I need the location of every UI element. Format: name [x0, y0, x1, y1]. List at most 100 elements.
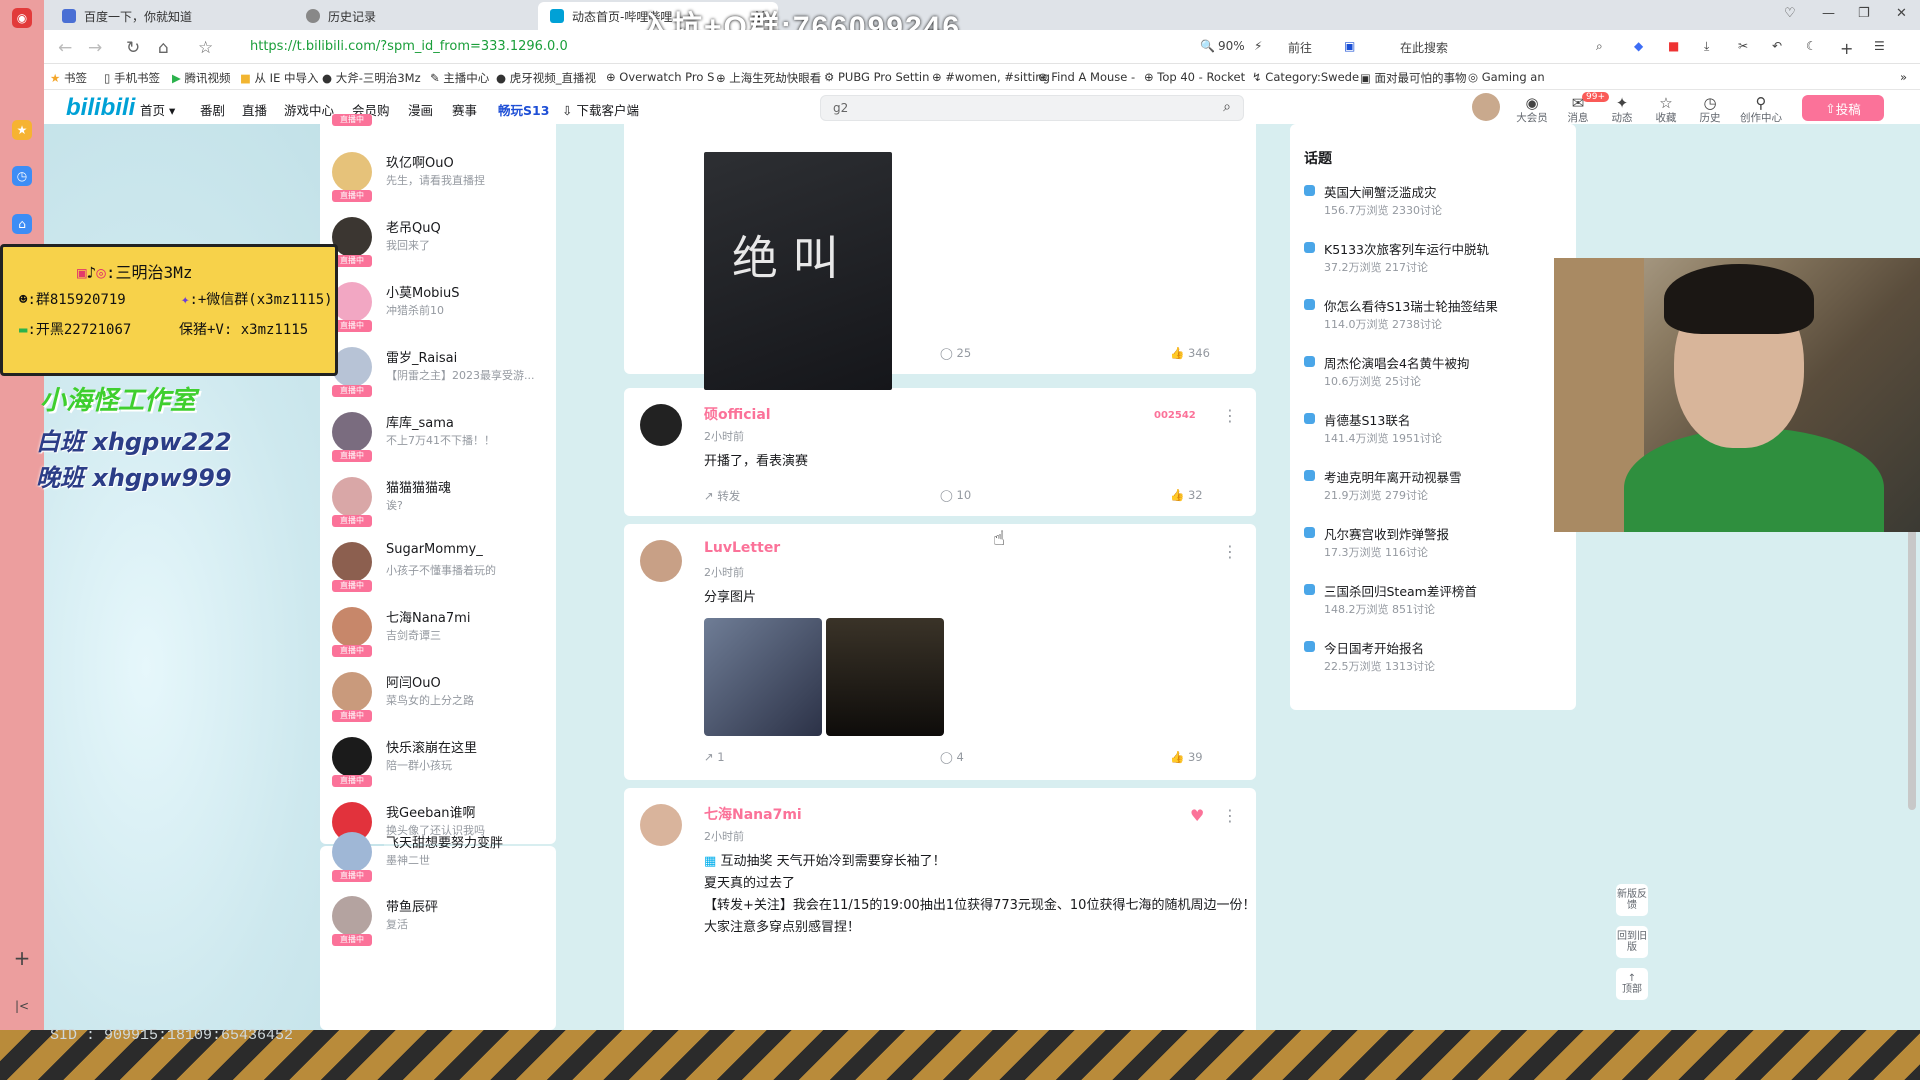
post-author[interactable]: LuvLetter — [704, 540, 780, 556]
list-item[interactable]: 直播中 带鱼辰砰 复活 — [332, 890, 552, 954]
list-item[interactable]: 直播中 猫猫猫猫魂 诶? — [332, 471, 552, 535]
list-item[interactable]: 直播中 老吊QuQ 我回来了 — [332, 211, 552, 275]
home-icon[interactable]: ⌂ — [158, 38, 169, 58]
search-icon[interactable]: ⌕ — [1596, 39, 1603, 54]
download-icon[interactable]: ⤓ — [1704, 39, 1709, 54]
forward-go-button[interactable]: 前往 — [1288, 39, 1312, 56]
clock-icon[interactable]: ◷ — [12, 166, 32, 186]
search-engine-icon[interactable]: ▣ — [1344, 39, 1355, 53]
bookmark-item[interactable]: ⊕ Top 40 - Rocket — [1144, 70, 1245, 84]
forward-button[interactable]: ↗ 1 — [704, 750, 725, 764]
bookmark-item[interactable]: ⊕ #women, #sitting — [932, 70, 1050, 84]
like-button[interactable]: 👍 39 — [1170, 750, 1203, 764]
nav-home[interactable]: 首页 ▾ — [140, 100, 175, 119]
post-image[interactable] — [826, 618, 944, 736]
minimize-button[interactable]: — — [1822, 6, 1835, 21]
undo-icon[interactable]: ↶ — [1772, 39, 1782, 53]
restore-button[interactable]: ❐ — [1858, 6, 1870, 21]
bookmark-item[interactable]: ● 大斧-三明治3Mz — [322, 70, 421, 86]
close-window-button[interactable]: ✕ — [1896, 6, 1907, 21]
more-icon[interactable]: ⋮ — [1222, 406, 1238, 425]
extension-icon[interactable]: ◆ — [1634, 39, 1643, 53]
bookmark-item[interactable]: ● 虎牙视频_直播视 — [496, 70, 596, 86]
list-item[interactable]: 直播中 SugarMommy_ 小孩子不懂事播着玩的 — [332, 536, 552, 600]
nav-download[interactable]: ⇩ 下载客户端 — [562, 100, 639, 119]
post-author[interactable]: 七海Nana7mi — [704, 804, 802, 824]
list-item[interactable]: 直播中 快乐滚崩在这里 陪一群小孩玩 — [332, 731, 552, 795]
tab-history[interactable]: 历史记录 — [294, 2, 534, 30]
list-item[interactable]: 直播中 七海Nana7mi 吉剑奇谭三 — [332, 601, 552, 665]
comment-button[interactable]: ◯ 10 — [940, 488, 971, 502]
list-item[interactable]: 直播中 小莫MobiuS 冲猎杀前10 — [332, 276, 552, 340]
bookmark-item[interactable]: ★ 书签 — [50, 70, 87, 86]
collapse-icon[interactable]: |< — [12, 996, 32, 1016]
list-item[interactable]: 直播中 阿闫OuO 菜鸟女的上分之路 — [332, 666, 552, 730]
list-item[interactable]: 直播中 库库_sama 不上7万41不下播！！ — [332, 406, 552, 470]
like-button[interactable]: 👍 346 — [1170, 346, 1210, 360]
feedback-button[interactable]: 新版反馈 — [1616, 884, 1648, 916]
nav-live[interactable]: 直播 — [242, 100, 267, 119]
bookmark-item[interactable]: ⊕ 上海生死劫快眼看 — [716, 70, 821, 86]
more-icon[interactable]: ⋮ — [1222, 806, 1238, 825]
translate-icon[interactable]: ■ — [1668, 39, 1679, 53]
avatar[interactable] — [640, 540, 682, 582]
list-item[interactable]: 直播中 — [332, 114, 552, 134]
post-image[interactable] — [704, 618, 822, 736]
avatar[interactable] — [640, 404, 682, 446]
book-cover-image[interactable]: 绝 叫 — [704, 152, 892, 390]
back-to-top-button[interactable]: ↑ 顶部 — [1616, 968, 1648, 1000]
forward-button[interactable]: ↗ 转发 — [704, 488, 740, 504]
list-item[interactable]: 直播中 飞天甜想要努力变胖 墨神二世 — [332, 826, 552, 890]
header-vip[interactable]: ◉ 大会员 — [1514, 94, 1550, 125]
nav-game-center[interactable]: 游戏中心 — [284, 100, 334, 119]
comment-button[interactable]: ◯ 4 — [940, 750, 964, 764]
list-item[interactable]: 直播中 玖亿啊OuO 先生，请看我直播捏 — [332, 146, 552, 210]
like-button[interactable]: 👍 32 — [1170, 488, 1203, 502]
night-mode-icon[interactable]: ☾ — [1806, 39, 1817, 53]
list-item[interactable]: 直播中 雷岁_Raisai 【阴雷之主】2023最享受游... — [332, 341, 552, 405]
reload-icon[interactable]: ↻ — [126, 38, 140, 58]
scissors-icon[interactable]: ✂ — [1738, 39, 1748, 53]
bookmark-item[interactable]: ✎ 主播中心 — [430, 70, 489, 86]
search-icon[interactable]: ⌕ — [1223, 99, 1231, 115]
bookmark-item[interactable]: ⊕ Overwatch Pro S — [606, 70, 714, 84]
header-dynamic[interactable]: ✦ 动态 — [1604, 94, 1640, 125]
tab-baidu[interactable]: 百度一下，你就知道 — [50, 2, 290, 30]
search-input[interactable]: g2 — [833, 101, 848, 115]
forward-icon[interactable]: → — [88, 38, 102, 58]
bookmark-star-icon[interactable]: ☆ — [198, 38, 213, 58]
bookmark-item[interactable]: ◎ Gaming an — [1468, 70, 1545, 84]
url-input[interactable]: https://t.bilibili.com/?spm_id_from=333.… — [250, 39, 568, 54]
bilibili-logo[interactable]: bilibili — [66, 94, 135, 122]
bookmark-item[interactable]: ⚙ PUBG Pro Settin — [824, 70, 929, 84]
header-history[interactable]: ◷ 历史 — [1692, 94, 1728, 125]
upload-button[interactable]: ⇧ 投稿 — [1802, 95, 1884, 121]
avatar[interactable] — [1472, 93, 1500, 121]
gift-icon[interactable]: ⌂ — [12, 214, 32, 234]
browser-logo-icon[interactable]: ◉ — [12, 8, 32, 28]
more-icon[interactable]: ⋮ — [1222, 542, 1238, 561]
star-icon[interactable]: ★ — [12, 120, 32, 140]
pin-icon[interactable]: ♡ — [1784, 6, 1796, 21]
back-icon[interactable]: ← — [58, 38, 72, 58]
search-here-input[interactable]: 在此搜索 — [1400, 39, 1448, 56]
more-bookmarks-icon[interactable]: » — [1900, 70, 1907, 84]
zoom-level[interactable]: 90% — [1218, 39, 1245, 53]
new-tab-icon[interactable]: + — [1840, 39, 1853, 58]
zoom-icon[interactable]: 🔍 — [1200, 39, 1215, 53]
header-favorites[interactable]: ☆ 收藏 — [1648, 94, 1684, 125]
nav-anime[interactable]: 番剧 — [200, 100, 225, 119]
bookmark-item[interactable]: ▣ 面对最可怕的事物 — [1360, 70, 1467, 86]
menu-icon[interactable]: ☰ — [1874, 39, 1885, 53]
add-icon[interactable]: + — [12, 946, 32, 970]
bookmark-item[interactable]: ↯ Category:Swede — [1252, 70, 1359, 84]
old-version-button[interactable]: 回到旧版 — [1616, 926, 1648, 958]
flash-icon[interactable]: ⚡ — [1254, 39, 1262, 53]
bookmark-item[interactable]: ▶ 腾讯视频 — [172, 70, 231, 86]
bookmark-item[interactable]: ▯ 手机书签 — [104, 70, 160, 86]
comment-button[interactable]: ◯ 25 — [940, 346, 971, 360]
header-creator-center[interactable]: ⚲ 创作中心 — [1736, 94, 1786, 125]
post-author[interactable]: 硕official — [704, 404, 771, 424]
search-bar[interactable]: g2 ⌕ — [820, 95, 1244, 121]
bookmark-item[interactable]: ■ 从 IE 中导入 — [240, 70, 319, 86]
